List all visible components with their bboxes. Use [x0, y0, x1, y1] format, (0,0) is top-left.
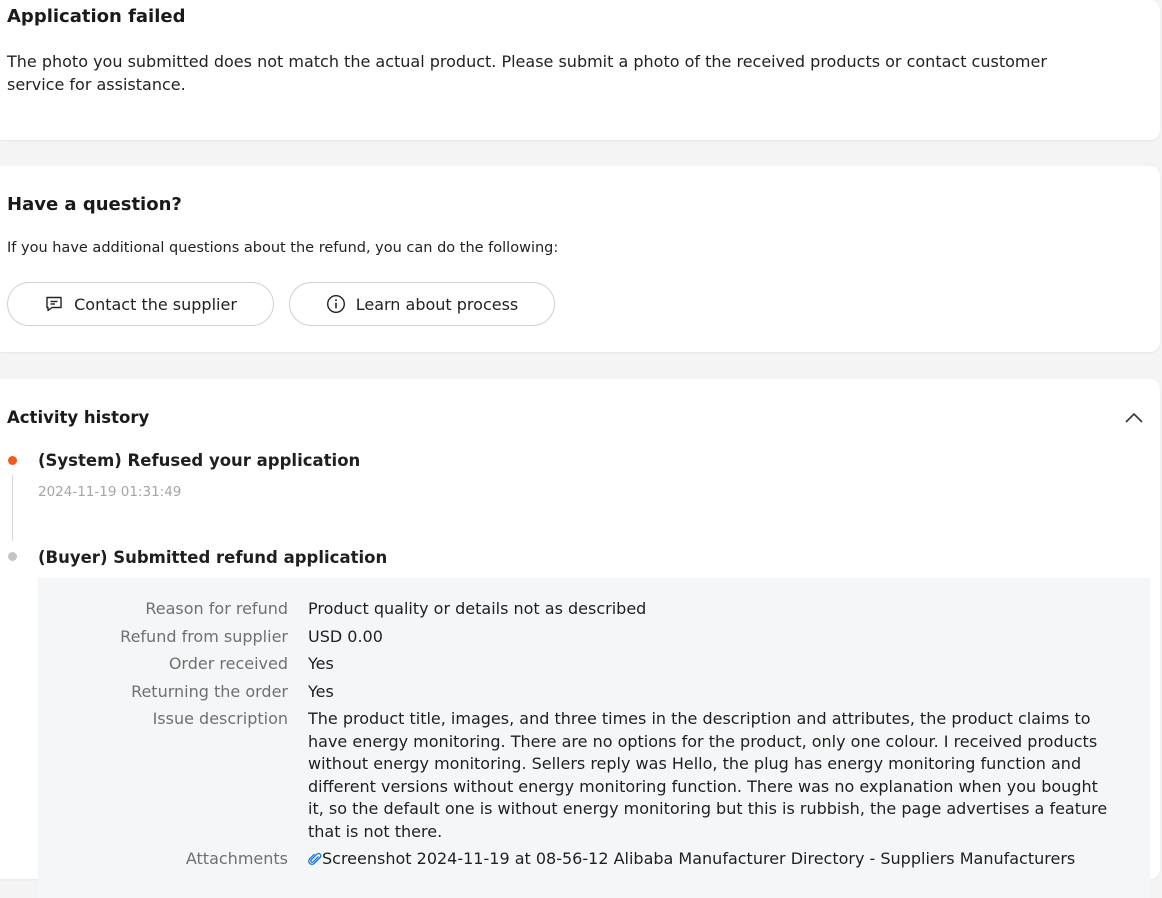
detail-value: Yes [308, 654, 334, 673]
detail-label: Issue description [152, 709, 288, 728]
contact-supplier-button[interactable]: Contact the supplier [7, 282, 274, 326]
chat-icon [44, 294, 64, 314]
timeline-dot [8, 552, 17, 561]
event-timestamp: 2024-11-19 01:31:49 [38, 484, 182, 500]
detail-label: Order received [168, 654, 288, 673]
detail-value: Product quality or details not as descri… [308, 599, 647, 618]
attachment-name: Screenshot 2024-11-19 at 08-56-12 Alibab… [322, 849, 1076, 868]
detail-label: Returning the order [131, 682, 288, 701]
refund-application-details: Reason for refund Product quality or det… [38, 578, 1150, 898]
event-title: (System) Refused your application [38, 451, 361, 470]
info-icon [326, 294, 346, 314]
detail-value: USD 0.00 [308, 627, 383, 646]
chevron-up-icon[interactable] [1122, 406, 1146, 430]
attachment-link[interactable]: Screenshot 2024-11-19 at 08-56-12 Alibab… [308, 848, 1118, 873]
activity-history-card: Activity history (System) Refused your a… [0, 379, 1160, 898]
learn-process-button[interactable]: Learn about process [289, 282, 555, 326]
detail-value: The product title, images, and three tim… [308, 709, 1108, 841]
application-failed-title: Application failed [7, 6, 186, 27]
learn-process-label: Learn about process [355, 294, 519, 314]
detail-label: Attachments [185, 849, 288, 868]
detail-label: Refund from supplier [120, 627, 288, 646]
event-title: (Buyer) Submitted refund application [38, 548, 388, 567]
activity-history-title: Activity history [7, 408, 150, 427]
detail-label: Reason for refund [145, 599, 288, 618]
have-question-description: If you have additional questions about t… [7, 240, 559, 256]
timeline-connector [12, 475, 13, 541]
timeline-dot-active [8, 456, 17, 465]
paperclip-icon [308, 850, 322, 873]
application-failed-description: The photo you submitted does not match t… [7, 52, 1047, 94]
have-question-title: Have a question? [7, 194, 182, 215]
contact-supplier-label: Contact the supplier [74, 294, 237, 314]
application-failed-card: Application failed The photo you submitt… [0, 0, 1160, 140]
have-question-card: Have a question? If you have additional … [0, 166, 1160, 352]
detail-value: Yes [308, 682, 334, 701]
